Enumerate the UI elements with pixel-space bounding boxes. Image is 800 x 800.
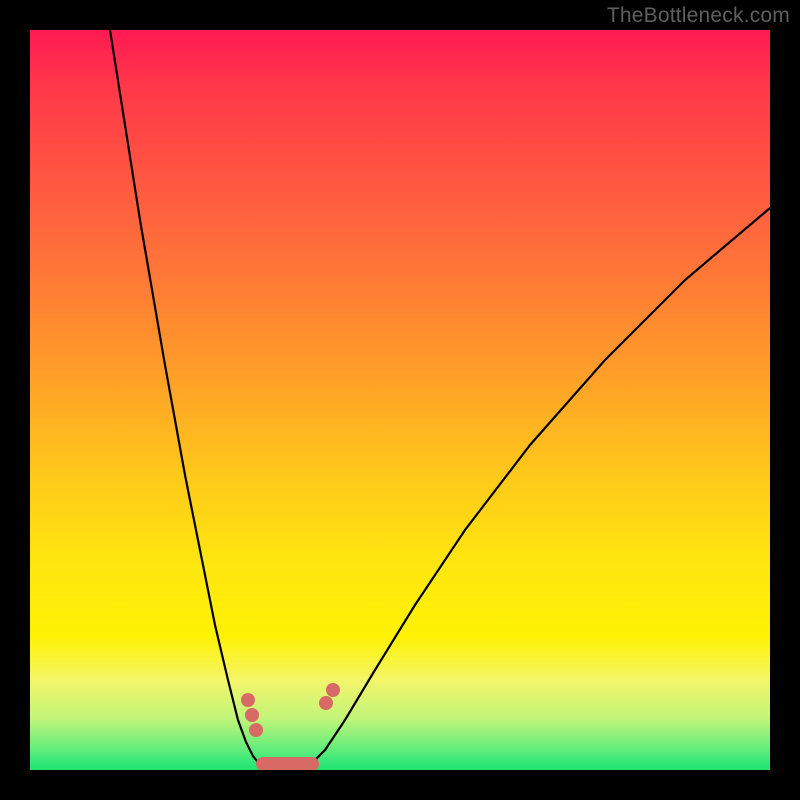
gradient-background: [30, 30, 770, 770]
chart-frame: TheBottleneck.com: [0, 0, 800, 800]
bottom-green-strip: [30, 756, 770, 770]
watermark-text: TheBottleneck.com: [607, 4, 790, 28]
